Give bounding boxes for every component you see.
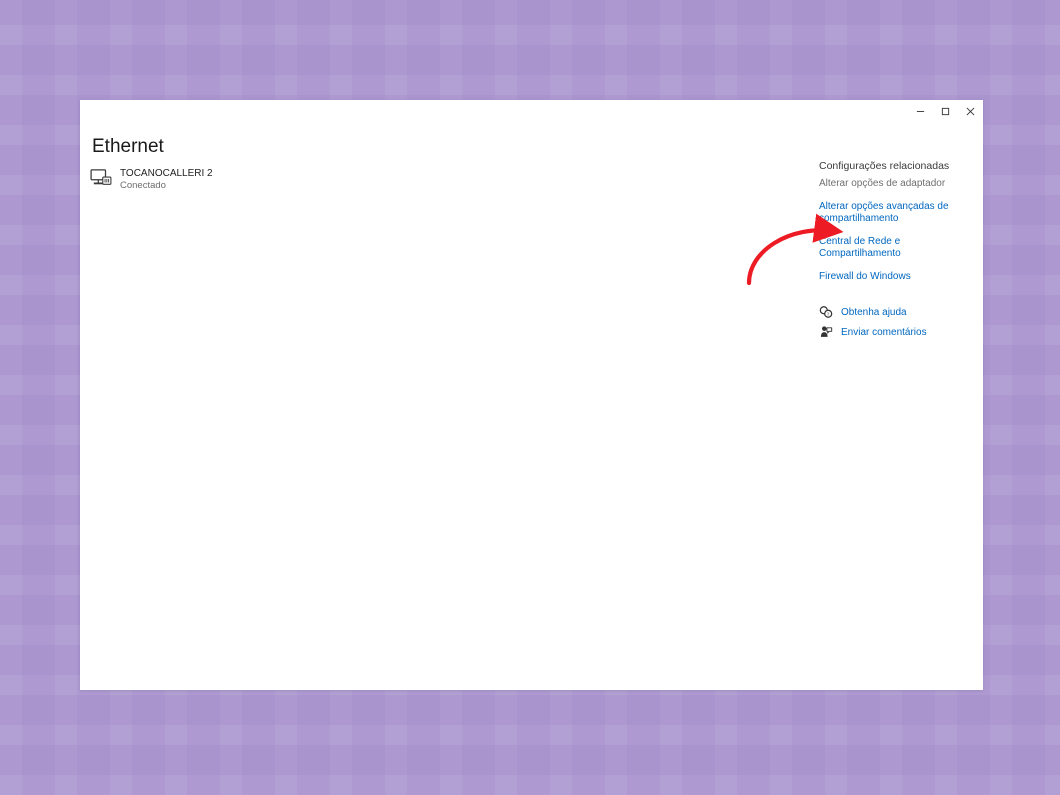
sidebar-separator: [819, 293, 969, 305]
settings-window: Ethernet TOCANOCALLERI 2 Conectado: [80, 100, 983, 690]
close-icon: [966, 107, 975, 116]
link-send-feedback[interactable]: Enviar comentários: [841, 327, 927, 338]
minimize-icon: [916, 107, 925, 116]
related-settings-heading: Configurações relacionadas: [819, 160, 969, 172]
feedback-row[interactable]: Enviar comentários: [819, 325, 969, 339]
help-icon: ?: [819, 305, 833, 319]
link-windows-firewall[interactable]: Firewall do Windows: [819, 271, 969, 284]
network-name: TOCANOCALLERI 2: [120, 168, 213, 180]
link-get-help[interactable]: Obtenha ajuda: [841, 307, 907, 318]
maximize-icon: [941, 107, 950, 116]
feedback-icon: [819, 325, 833, 339]
network-item[interactable]: TOCANOCALLERI 2 Conectado: [90, 168, 213, 191]
link-network-sharing-center[interactable]: Central de Rede e Compartilhamento: [819, 236, 969, 261]
close-button[interactable]: [958, 100, 983, 122]
minimize-button[interactable]: [908, 100, 933, 122]
help-row[interactable]: ? Obtenha ajuda: [819, 305, 969, 319]
page-title: Ethernet: [92, 136, 164, 158]
maximize-button[interactable]: [933, 100, 958, 122]
network-text: TOCANOCALLERI 2 Conectado: [120, 168, 213, 191]
page-background: Ethernet TOCANOCALLERI 2 Conectado: [0, 0, 1060, 795]
network-status: Conectado: [120, 181, 213, 192]
related-settings-sidebar: Configurações relacionadas Alterar opçõe…: [819, 160, 969, 345]
link-advanced-sharing[interactable]: Alterar opções avançadas de compartilham…: [819, 201, 969, 226]
ethernet-icon: [90, 169, 112, 187]
link-adapter-options[interactable]: Alterar opções de adaptador: [819, 178, 969, 191]
window-titlebar: [908, 100, 983, 122]
